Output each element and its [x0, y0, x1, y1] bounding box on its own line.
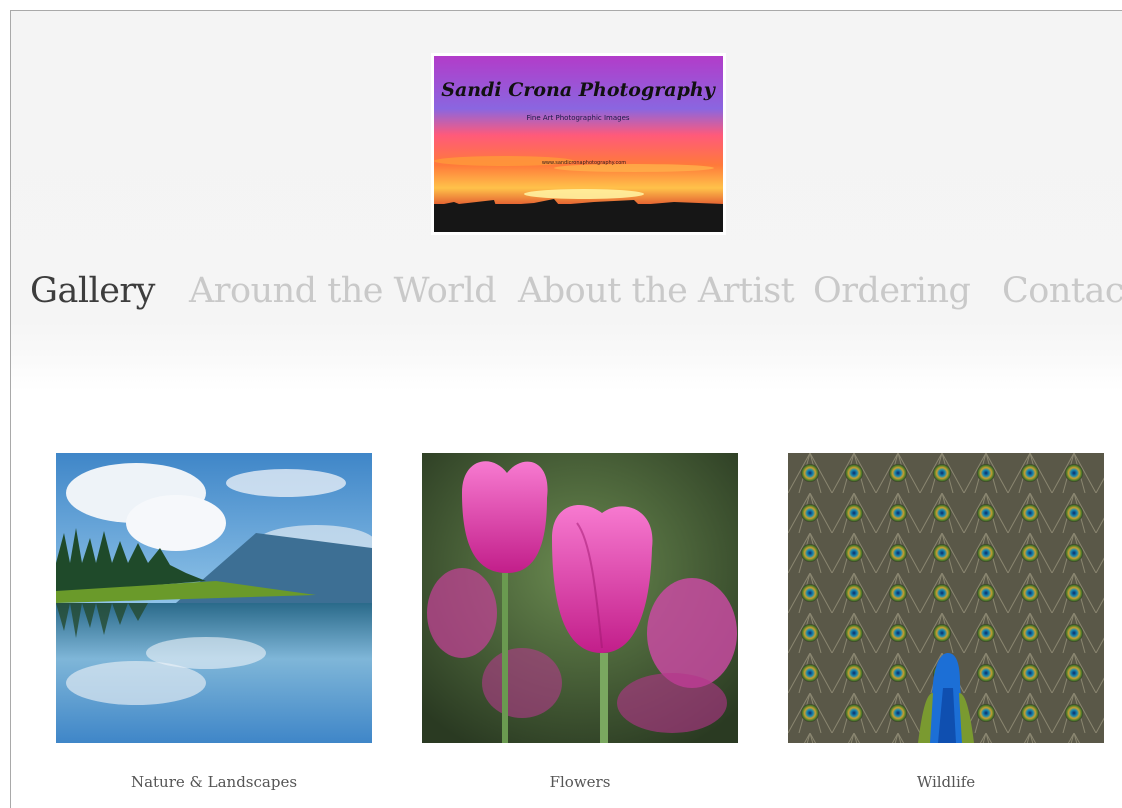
gallery-caption-wildlife[interactable]: Wildlife — [788, 773, 1104, 791]
gallery-caption-nature[interactable]: Nature & Landscapes — [56, 773, 372, 791]
gallery-card-flowers[interactable]: Flowers — [422, 453, 738, 791]
site-logo[interactable]: Sandi Crona Photography Fine Art Photogr… — [431, 53, 726, 235]
logo-small-text: www.sandicronaphotography.com — [542, 160, 626, 166]
peacock-thumbnail[interactable] — [788, 453, 1104, 743]
logo-tagline: Fine Art Photographic Images — [526, 114, 629, 122]
nav-item-ordering[interactable]: Ordering — [813, 271, 971, 311]
site-header: Sandi Crona Photography Fine Art Photogr… — [11, 11, 1122, 391]
browser-frame: Sandi Crona Photography Fine Art Photogr… — [10, 10, 1122, 808]
gallery-card-nature[interactable]: Nature & Landscapes — [56, 453, 372, 791]
nav-item-around-the-world[interactable]: Around the World — [189, 271, 497, 311]
nav-item-gallery[interactable]: Gallery — [30, 271, 155, 311]
tulips-thumbnail[interactable] — [422, 453, 738, 743]
landscape-thumbnail[interactable] — [56, 453, 372, 743]
logo-title: Sandi Crona Photography — [441, 79, 716, 101]
logo-image: Sandi Crona Photography Fine Art Photogr… — [434, 56, 723, 232]
gallery-card-wildlife[interactable]: Wildlife — [788, 453, 1104, 791]
main-nav: Gallery Around the World About the Artis… — [11, 271, 1122, 315]
nav-item-about-the-artist[interactable]: About the Artist — [518, 271, 795, 311]
gallery-caption-flowers[interactable]: Flowers — [422, 773, 738, 791]
nav-item-contact[interactable]: Contact — [1002, 271, 1122, 311]
gallery-grid: Nature & Landscapes Flowers Wildlife — [11, 453, 1122, 808]
